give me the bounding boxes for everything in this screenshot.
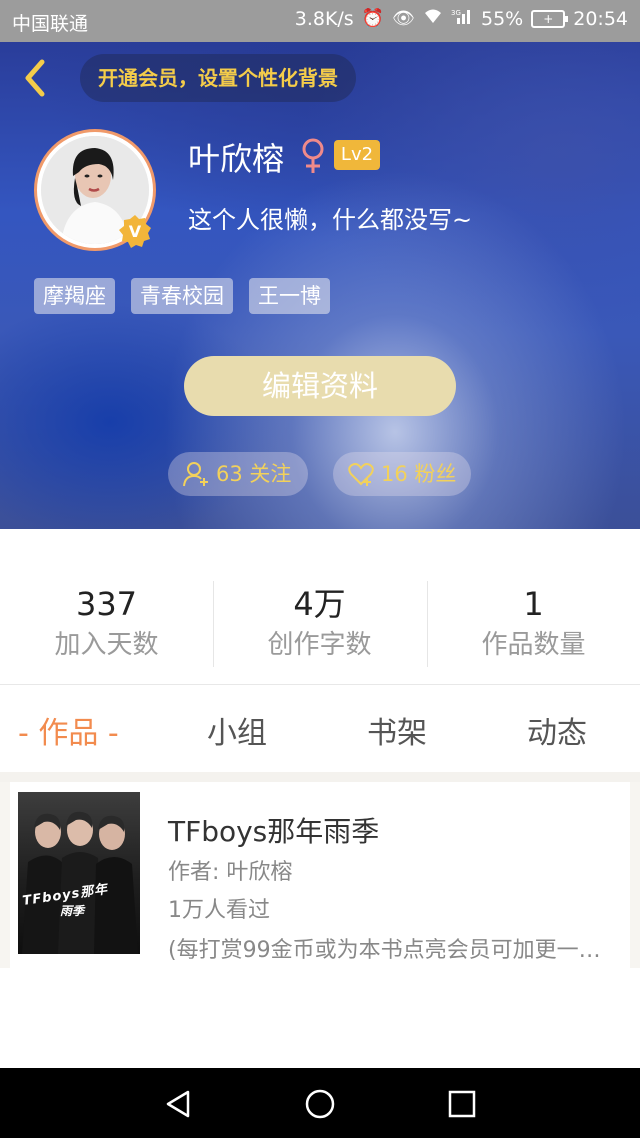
circle-home-icon <box>305 1089 335 1119</box>
stat-value: 337 <box>75 585 138 623</box>
svg-text:V: V <box>129 222 142 241</box>
heart-icon <box>348 463 374 486</box>
tag-item[interactable]: 王一博 <box>249 278 330 314</box>
wifi-icon <box>423 8 443 30</box>
cover-subtitle: 雨季 <box>60 904 85 918</box>
book-cover: TFboys那年 雨季 <box>18 792 140 954</box>
book-description: (每打赏99金币或为本书点亮会员可加更一章) <box>168 938 608 963</box>
person-add-icon <box>183 462 208 487</box>
user-bio: 这个人很懒，什么都没写~ <box>188 206 473 234</box>
stat-join-days: 337 加入天数 <box>0 581 213 663</box>
signal-3g-icon: 3G <box>451 8 473 30</box>
stat-label: 创作字数 <box>267 630 372 660</box>
status-icons: 3.8K/s ⏰ 👁 3G 55% + 20:54 <box>295 8 628 30</box>
vip-background-prompt[interactable]: 开通会员，设置个性化背景 <box>80 54 356 102</box>
nav-recents-button[interactable] <box>444 1086 480 1122</box>
stat-value: 1 <box>523 585 544 623</box>
stat-label: 作品数量 <box>481 630 586 660</box>
verified-badge-icon: V <box>118 214 152 248</box>
tab-groups[interactable]: 小组 <box>207 708 267 752</box>
tab-bar: - 作品 - 小组 书架 动态 <box>0 686 640 772</box>
triangle-back-icon <box>166 1090 190 1118</box>
tab-activity[interactable]: 动态 <box>527 708 587 752</box>
status-bar: 中国联通 3.8K/s ⏰ 👁 3G 55% + 20:54 <box>0 0 640 42</box>
book-item[interactable]: TFboys那年 雨季 TFboys那年雨季 作者: 叶欣榕 1万人看过 (每打… <box>10 782 630 968</box>
tag-item[interactable]: 摩羯座 <box>34 278 115 314</box>
back-button[interactable] <box>18 56 52 100</box>
fans-count: 16 粉丝 <box>381 462 457 486</box>
nav-home-button[interactable] <box>302 1086 338 1122</box>
battery-icon: + <box>531 10 569 28</box>
book-author: 作者: 叶欣榕 <box>168 860 293 885</box>
following-button[interactable]: 63 关注 <box>168 452 308 496</box>
book-views: 1万人看过 <box>168 898 270 923</box>
user-tags: 摩羯座 青春校园 王一博 <box>34 278 330 314</box>
female-gender-icon <box>300 137 326 175</box>
eye-icon: 👁 <box>392 8 415 29</box>
level-badge: Lv2 <box>334 140 380 170</box>
stat-label: 加入天数 <box>54 630 159 660</box>
edit-profile-button[interactable]: 编辑资料 <box>184 356 456 416</box>
stat-works-count: 1 作品数量 <box>427 581 640 663</box>
stat-word-count: 4万 创作字数 <box>213 581 426 663</box>
username: 叶欣榕 <box>188 140 285 178</box>
tab-works[interactable]: - 作品 - <box>18 708 119 752</box>
fans-button[interactable]: 16 粉丝 <box>333 452 471 496</box>
network-speed: 3.8K/s <box>294 8 354 30</box>
following-count: 63 关注 <box>216 462 292 486</box>
tab-bookshelf[interactable]: 书架 <box>367 708 427 752</box>
battery-percent: 55% <box>481 8 524 30</box>
book-title: TFboys那年雨季 <box>168 815 380 848</box>
carrier-label: 中国联通 <box>12 13 89 35</box>
stat-value: 4万 <box>293 585 346 623</box>
chevron-left-icon <box>25 59 45 97</box>
works-list: TFboys那年 雨季 TFboys那年雨季 作者: 叶欣榕 1万人看过 (每打… <box>0 782 640 968</box>
square-recents-icon <box>448 1090 476 1118</box>
clock: 20:54 <box>573 8 628 30</box>
stats-row: 337 加入天数 4万 创作字数 1 作品数量 <box>0 529 640 685</box>
alarm-icon: ⏰ <box>361 8 385 29</box>
tag-item[interactable]: 青春校园 <box>131 278 233 314</box>
section-separator <box>0 772 640 782</box>
nav-back-button[interactable] <box>160 1086 196 1122</box>
svg-text:3G: 3G <box>451 9 461 17</box>
profile-header: 开通会员，设置个性化背景 V 叶欣榕 Lv2 这个人很懒，什么都没写~ 摩羯座 … <box>0 42 640 529</box>
system-nav-bar <box>0 1068 640 1138</box>
